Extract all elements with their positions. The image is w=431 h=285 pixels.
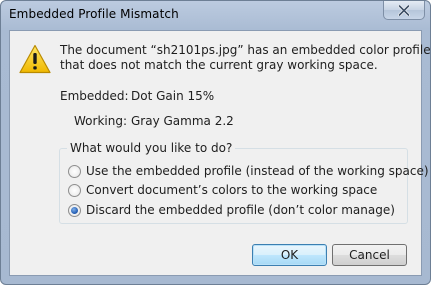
radio-button[interactable] — [68, 164, 81, 178]
working-label: Working: — [74, 114, 127, 128]
title-bar[interactable]: Embedded Profile Mismatch — [1, 1, 430, 29]
embedded-profile-value: Dot Gain 15% — [131, 89, 215, 103]
warning-icon — [19, 44, 51, 74]
dialog-body: The document “sh2101ps.jpg” has an embed… — [9, 30, 431, 276]
options-group-title: What would you like to do? — [67, 141, 236, 155]
option-label: Use the embedded profile (instead of the… — [86, 164, 429, 178]
working-space-value: Gray Gamma 2.2 — [131, 114, 234, 128]
message-line: that does not match the current gray wor… — [60, 58, 378, 72]
cancel-button-label: Cancel — [349, 248, 390, 262]
embedded-label: Embedded: — [60, 89, 129, 103]
radio-button[interactable] — [68, 183, 81, 197]
close-icon — [398, 4, 410, 16]
radio-button[interactable] — [68, 203, 81, 217]
option-convert-colors[interactable]: Convert document’s colors to the working… — [68, 182, 377, 198]
cancel-button[interactable]: Cancel — [332, 244, 407, 266]
ok-button[interactable]: OK — [252, 244, 327, 266]
dialog-window: Embedded Profile Mismatch The document “… — [0, 0, 431, 285]
message-line: The document “sh2101ps.jpg” has an embed… — [60, 43, 431, 57]
mismatch-message: The document “sh2101ps.jpg” has an embed… — [60, 43, 431, 73]
ok-button-label: OK — [280, 248, 299, 262]
window-title: Embedded Profile Mismatch — [9, 7, 179, 21]
option-use-embedded[interactable]: Use the embedded profile (instead of the… — [68, 163, 429, 179]
option-discard-profile[interactable]: Discard the embedded profile (don’t colo… — [68, 202, 395, 218]
option-label: Discard the embedded profile (don’t colo… — [86, 203, 395, 217]
close-button[interactable] — [383, 1, 425, 20]
option-label: Convert document’s colors to the working… — [86, 183, 378, 197]
